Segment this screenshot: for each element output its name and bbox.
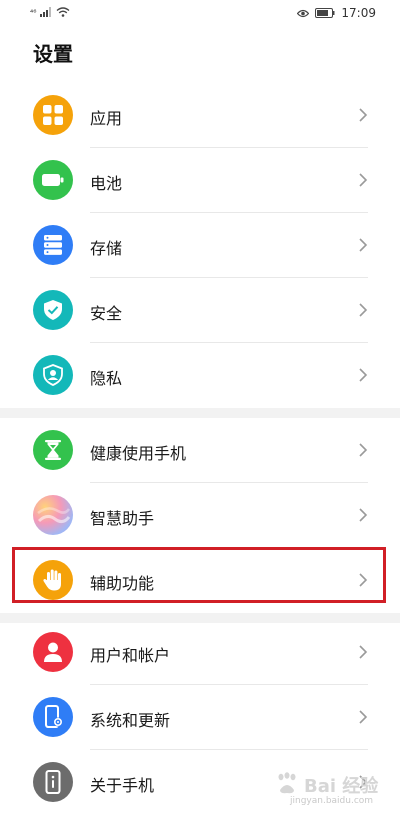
battery-status-icon [315,8,335,18]
phone-info-icon [33,762,73,802]
settings-item-label: 存储 [90,239,123,258]
wifi-icon [56,7,70,17]
chevron-right-icon [359,173,368,187]
settings-item-label: 应用 [90,109,123,128]
settings-item-digital-balance[interactable]: 健康使用手机 [0,418,400,483]
settings-item-smart-assistant[interactable]: 智慧助手 [0,483,400,548]
chevron-right-icon [359,303,368,317]
settings-item-label: 系统和更新 [90,711,171,730]
highlight-box [12,547,386,603]
watermark: Bai 经验 jingyan.baidu.com [272,770,382,810]
watermark-text: Bai 经验 [304,776,379,797]
settings-item-label: 电池 [90,174,123,193]
section-divider [0,408,400,418]
page-title: 设置 [33,42,73,66]
signal-icon [40,7,52,17]
apps-icon [33,95,73,135]
status-bar: ⁴⁶ 17:09 [0,0,400,28]
settings-item-system-update[interactable]: 系统和更新 [0,685,400,750]
watermark-url: jingyan.baidu.com [290,796,374,806]
settings-item-label: 健康使用手机 [90,444,187,463]
settings-item-privacy[interactable]: 隐私 [0,343,400,408]
eye-icon [297,9,310,17]
settings-item-label: 智慧助手 [90,509,155,528]
security-shield-icon [33,290,73,330]
chevron-right-icon [359,238,368,252]
user-icon [33,632,73,672]
hourglass-icon [33,430,73,470]
chevron-right-icon [359,368,368,382]
settings-item-label: 关于手机 [90,776,155,795]
settings-item-label: 安全 [90,304,123,323]
chevron-right-icon [359,710,368,724]
settings-item-users-accounts[interactable]: 用户和帐户 [0,620,400,685]
chevron-right-icon [359,645,368,659]
status-left: ⁴⁶ [30,7,70,17]
storage-icon [33,225,73,265]
status-right: 17:09 [297,6,376,20]
network-type-label: ⁴⁶ [30,7,37,17]
system-update-icon [33,697,73,737]
settings-item-security[interactable]: 安全 [0,278,400,343]
chevron-right-icon [359,508,368,522]
settings-item-label: 用户和帐户 [90,646,171,665]
privacy-shield-icon [33,355,73,395]
status-time: 17:09 [341,6,376,20]
settings-item-storage[interactable]: 存储 [0,213,400,278]
settings-item-apps[interactable]: 应用 [0,83,400,148]
chevron-right-icon [359,108,368,122]
settings-item-battery[interactable]: 电池 [0,148,400,213]
paw-logo-icon [278,772,296,794]
settings-item-label: 隐私 [90,369,123,388]
assistant-icon [33,495,73,535]
battery-icon [33,160,73,200]
chevron-right-icon [359,443,368,457]
